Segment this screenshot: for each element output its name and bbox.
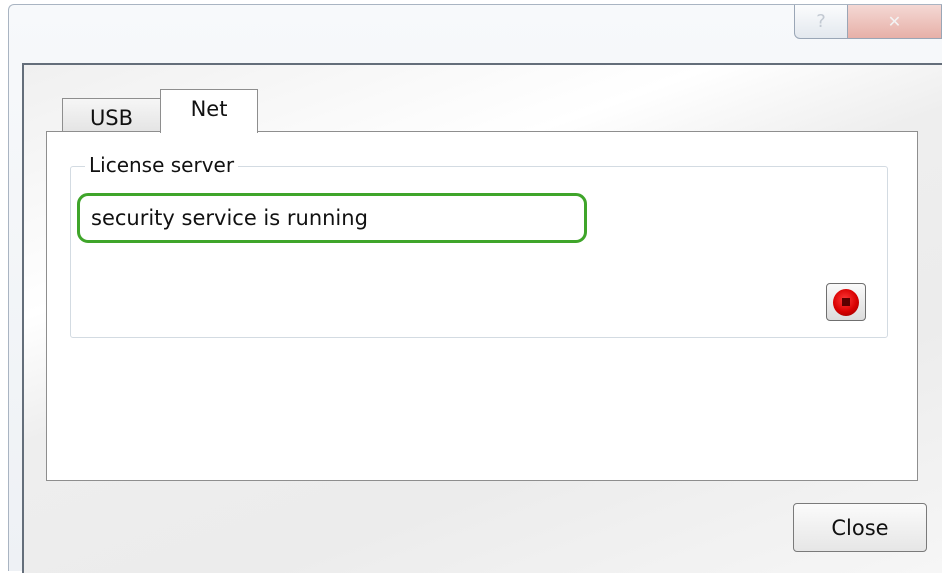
stop-square-glyph (842, 298, 850, 306)
tab-net-label: Net (190, 96, 228, 121)
stop-service-button[interactable] (826, 283, 866, 321)
service-status-text: security service is running (77, 193, 587, 243)
close-icon: ✕ (887, 12, 902, 31)
titlebar-buttons: ? ✕ (794, 5, 942, 39)
close-button[interactable]: Close (793, 503, 927, 552)
tab-usb-label: USB (89, 105, 134, 130)
dialog-window: ? ✕ USB Net License server security serv… (8, 4, 942, 573)
help-button[interactable]: ? (794, 5, 848, 39)
dialog-client-area: USB Net License server security service … (22, 63, 942, 573)
license-server-label: License server (85, 153, 239, 177)
license-server-groupbox: License server security service is runni… (70, 153, 888, 338)
stop-record-icon (833, 288, 859, 316)
tab-usb[interactable]: USB (62, 98, 161, 132)
help-icon: ? (816, 11, 826, 32)
window-close-button[interactable]: ✕ (848, 5, 942, 39)
tab-net[interactable]: Net (160, 89, 258, 133)
